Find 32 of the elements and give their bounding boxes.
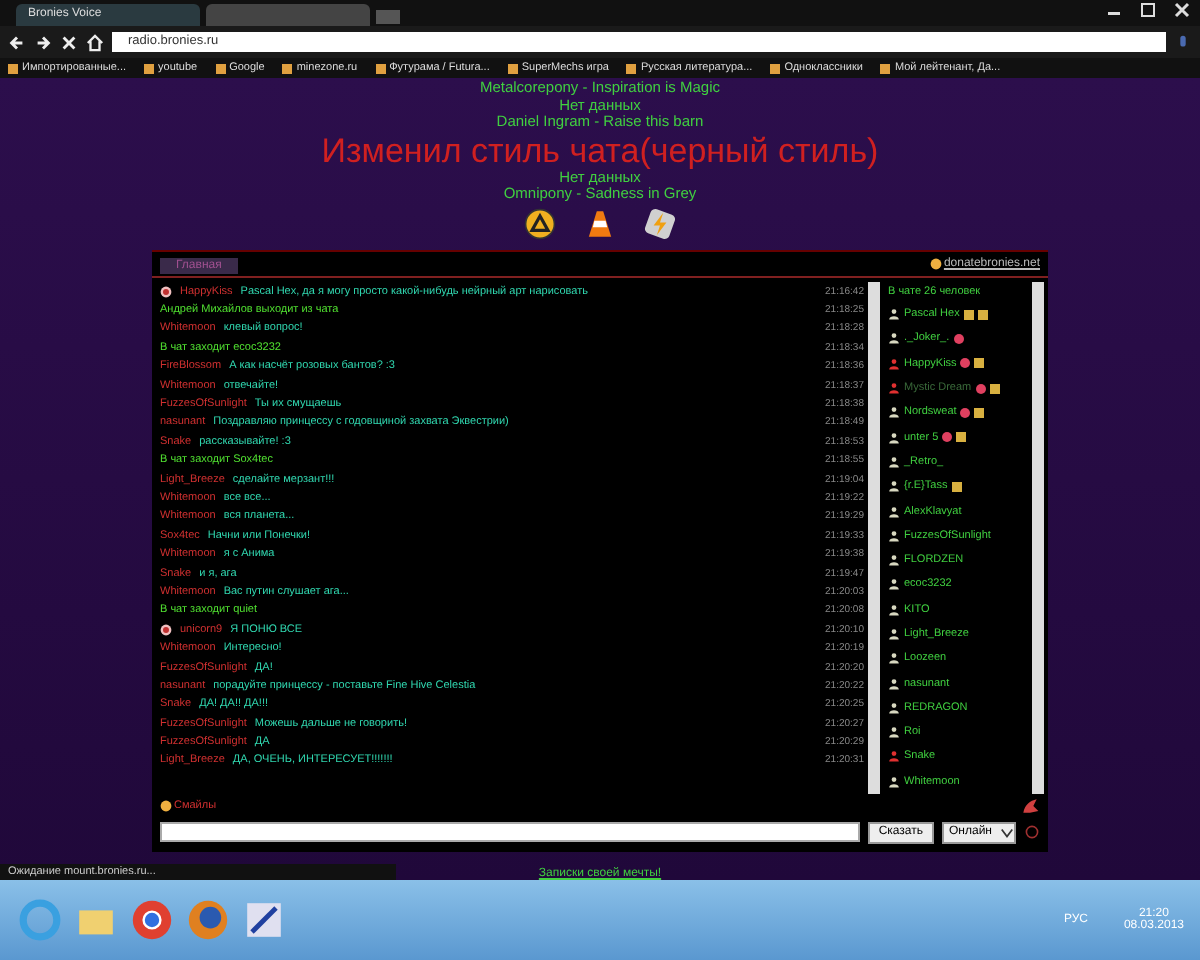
close-icon[interactable] bbox=[1172, 0, 1192, 20]
gift-icon bbox=[974, 358, 985, 369]
badge-icon bbox=[953, 333, 964, 344]
smiley-icon bbox=[929, 258, 942, 270]
smiley-icon[interactable] bbox=[160, 800, 172, 812]
traffic-cone-icon[interactable] bbox=[584, 207, 616, 239]
avatar-icon bbox=[160, 285, 172, 298]
gift-icon bbox=[956, 432, 967, 443]
power-icon[interactable] bbox=[1024, 824, 1040, 840]
gift-icon bbox=[974, 407, 985, 418]
close-icon[interactable] bbox=[60, 33, 78, 51]
mic-icon[interactable] bbox=[1174, 33, 1192, 51]
badge-icon bbox=[960, 407, 971, 418]
caret-icon bbox=[1000, 825, 1014, 839]
forward-icon[interactable] bbox=[34, 33, 52, 51]
gift-icon bbox=[989, 383, 1000, 394]
avatar-icon bbox=[160, 623, 172, 636]
chrome-icon[interactable] bbox=[128, 896, 176, 944]
badge-icon bbox=[942, 432, 953, 443]
scrollbar[interactable] bbox=[1032, 282, 1044, 794]
triangle-player-icon[interactable] bbox=[524, 207, 556, 239]
lightning-player-icon[interactable] bbox=[644, 207, 676, 239]
gift-icon bbox=[951, 481, 962, 492]
scrollbar[interactable] bbox=[868, 282, 880, 794]
home-icon[interactable] bbox=[86, 33, 104, 51]
maximize-icon[interactable] bbox=[1138, 0, 1158, 20]
badge-icon bbox=[975, 383, 986, 394]
firefox-icon[interactable] bbox=[184, 896, 232, 944]
back-icon[interactable] bbox=[8, 33, 26, 51]
message-input[interactable] bbox=[160, 822, 861, 842]
badge-icon bbox=[960, 358, 971, 369]
banner-heading: Изменил стиль чата(черный стиль) bbox=[321, 131, 879, 169]
